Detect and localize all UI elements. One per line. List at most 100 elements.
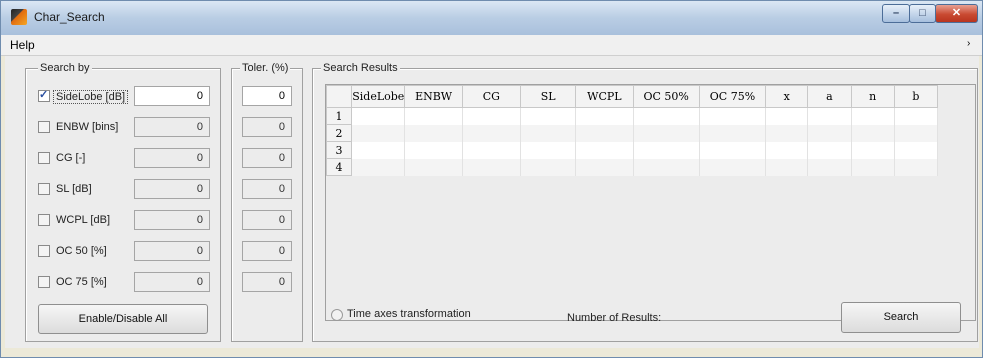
row-header[interactable]: 4 [325, 158, 353, 176]
criterion-label[interactable]: ENBW [bins] [56, 121, 118, 133]
table-cell[interactable] [807, 141, 852, 159]
table-cell[interactable] [851, 124, 895, 142]
table-cell[interactable] [807, 124, 852, 142]
criterion-label[interactable]: OC 75 [%] [56, 276, 107, 288]
criterion-checkbox[interactable] [38, 183, 50, 195]
column-header[interactable]: ENBW [404, 85, 463, 108]
tolerance-field[interactable]: 0 [242, 117, 292, 137]
criterion-checkbox[interactable] [38, 88, 50, 102]
time-axes-label[interactable]: Time axes transformation [347, 308, 471, 320]
criterion-checkbox[interactable] [38, 152, 50, 164]
table-cell[interactable] [894, 158, 939, 176]
title-bar[interactable]: Char_Search – □ ✕ [1, 1, 982, 35]
table-cell[interactable] [520, 107, 577, 125]
tolerance-field[interactable]: 0 [242, 210, 292, 230]
time-axes-radio[interactable] [331, 309, 343, 321]
column-header[interactable]: b [893, 85, 939, 108]
tolerance-field[interactable]: 0 [242, 179, 292, 199]
table-cell[interactable] [575, 141, 634, 159]
table-cell[interactable] [765, 124, 809, 142]
table-cell[interactable] [894, 124, 939, 142]
criterion-value-field[interactable]: 0 [134, 179, 210, 199]
criterion-value-field[interactable]: 0 [134, 210, 210, 230]
criterion-checkbox[interactable] [38, 276, 50, 288]
table-cell[interactable] [765, 141, 809, 159]
criterion-value-field[interactable]: 0 [134, 117, 210, 137]
column-header[interactable]: SideLobe [351, 85, 406, 108]
criterion-value-field[interactable]: 0 [134, 241, 210, 261]
table-cell[interactable] [520, 124, 577, 142]
table-cell[interactable] [699, 107, 767, 125]
table-cell[interactable] [633, 124, 700, 142]
table-row[interactable]: 2 [325, 124, 939, 142]
table-row[interactable]: 3 [325, 141, 939, 159]
table-cell[interactable] [404, 141, 463, 159]
table-cell[interactable] [851, 158, 895, 176]
maximize-icon[interactable]: □ [909, 4, 936, 23]
table-cell[interactable] [765, 158, 809, 176]
table-cell[interactable] [462, 158, 521, 176]
toolbar-arrow-icon[interactable]: › [967, 38, 970, 49]
table-cell[interactable] [462, 124, 521, 142]
close-icon[interactable]: ✕ [935, 4, 978, 23]
criterion-checkbox[interactable] [38, 245, 50, 257]
table-cell[interactable] [894, 141, 939, 159]
column-header[interactable]: x [765, 85, 809, 108]
column-header[interactable]: CG [461, 85, 521, 108]
table-cell[interactable] [633, 141, 700, 159]
criterion-label[interactable]: SL [dB] [56, 183, 92, 195]
table-cell[interactable] [404, 124, 463, 142]
column-header[interactable]: WCPL [575, 85, 634, 108]
table-cell[interactable] [575, 107, 634, 125]
column-header[interactable]: OC 75% [698, 85, 767, 108]
table-cell[interactable] [462, 107, 521, 125]
tolerance-field[interactable]: 0 [242, 241, 292, 261]
criterion-label[interactable]: OC 50 [%] [56, 245, 107, 257]
table-cell[interactable] [351, 107, 406, 125]
search-button[interactable]: Search [841, 302, 961, 333]
table-cell[interactable] [575, 124, 634, 142]
table-cell[interactable] [807, 107, 852, 125]
table-cell[interactable] [699, 124, 767, 142]
criterion-value-field[interactable]: 0 [134, 86, 210, 106]
table-cell[interactable] [404, 107, 463, 125]
table-cell[interactable] [699, 158, 767, 176]
criterion-checkbox[interactable] [38, 121, 50, 133]
column-header[interactable]: OC 50% [632, 85, 700, 108]
results-table[interactable]: SideLobe ENBW CG SL WCPL OC 50% OC 75% x a n b 123… [325, 85, 939, 176]
menu-help[interactable]: Help [10, 38, 35, 52]
criterion-label[interactable]: WCPL [dB] [56, 214, 110, 226]
criterion-value-field[interactable]: 0 [134, 148, 210, 168]
table-cell[interactable] [404, 158, 463, 176]
table-cell[interactable] [462, 141, 521, 159]
column-header[interactable]: SL [519, 85, 577, 108]
table-cell[interactable] [851, 107, 895, 125]
table-cell[interactable] [351, 141, 406, 159]
criterion-checkbox[interactable] [38, 214, 50, 226]
criterion-value-field[interactable]: 0 [134, 272, 210, 292]
table-cell[interactable] [807, 158, 852, 176]
column-header[interactable]: n [850, 85, 895, 108]
tolerance-field[interactable]: 0 [242, 272, 292, 292]
table-cell[interactable] [351, 158, 406, 176]
row-header[interactable]: 1 [325, 107, 353, 125]
tolerance-field[interactable]: 0 [242, 86, 292, 106]
table-cell[interactable] [699, 141, 767, 159]
enable-disable-all-button[interactable]: Enable/Disable All [38, 304, 208, 334]
table-cell[interactable] [894, 107, 939, 125]
table-cell[interactable] [520, 158, 577, 176]
column-header[interactable]: a [807, 85, 852, 108]
table-cell[interactable] [633, 158, 700, 176]
table-cell[interactable] [765, 107, 809, 125]
table-cell[interactable] [575, 158, 634, 176]
table-row[interactable]: 4 [325, 158, 939, 176]
tolerance-field[interactable]: 0 [242, 148, 292, 168]
criterion-label[interactable]: CG [-] [56, 152, 85, 164]
table-cell[interactable] [520, 141, 577, 159]
table-cell[interactable] [351, 124, 406, 142]
row-header[interactable]: 2 [325, 124, 353, 142]
table-cell[interactable] [851, 141, 895, 159]
row-header[interactable]: 3 [325, 141, 353, 159]
table-cell[interactable] [633, 107, 700, 125]
criterion-label[interactable]: SideLobe [dB] [53, 90, 129, 104]
